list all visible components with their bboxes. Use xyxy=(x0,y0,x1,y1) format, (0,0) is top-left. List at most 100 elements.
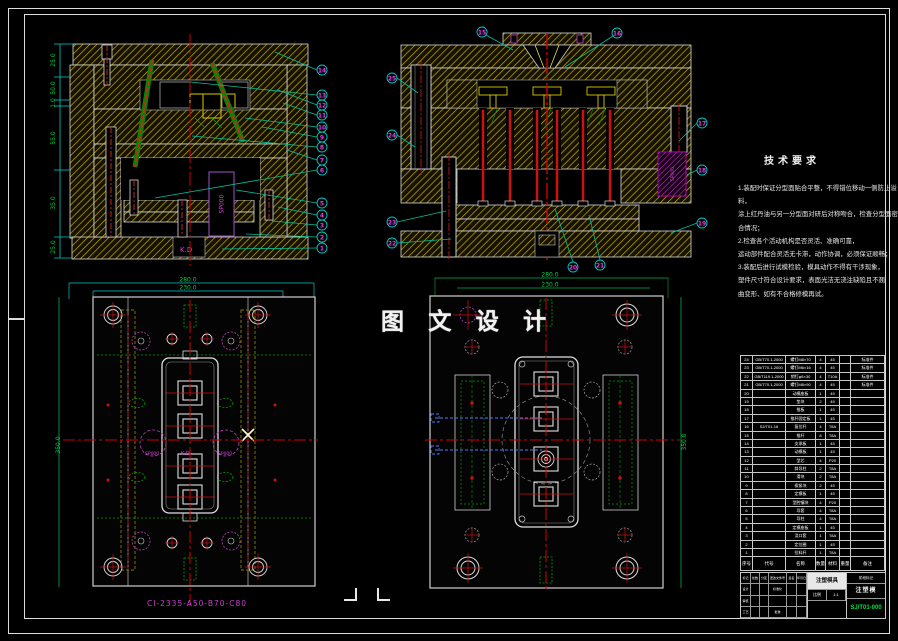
bom-row: 19 垫块 2 45 xyxy=(741,397,885,407)
dimension-chain: 25.0 50.0 1.0 55.0 35.0 25.0 xyxy=(50,43,73,259)
tech-requirement-line: 曲变形、如有不合格修模再试。 xyxy=(738,290,828,298)
bom-row: 8 定模板 1 45 xyxy=(741,490,885,499)
svg-text:35.0: 35.0 xyxy=(50,196,57,210)
svg-text:20: 20 xyxy=(569,264,577,271)
svg-text:7: 7 xyxy=(320,157,324,164)
tech-requirement-line: 3.装配后进行试模检验，模具动作不得有干涉现象， xyxy=(738,264,884,272)
trim-corner-mark-left xyxy=(344,588,357,601)
svg-text:10: 10 xyxy=(318,124,326,131)
svg-text:22: 22 xyxy=(388,240,396,247)
svg-text:SP000: SP000 xyxy=(218,451,232,457)
bom-header: 序号 代号 名称 数量 材料 重量 备注 xyxy=(740,557,885,571)
title-block-doc-column: 阶段标记 注塑模 SJ/T01-000 xyxy=(847,573,885,618)
svg-text:25.0: 25.0 xyxy=(50,240,57,254)
svg-text:6: 6 xyxy=(320,167,324,174)
bom-row: 14 支承板 1 45 xyxy=(741,439,885,449)
svg-text:17: 17 xyxy=(698,120,706,127)
title-block-name-column: 注塑模具 比例 1:1 xyxy=(808,573,847,618)
svg-text:5: 5 xyxy=(320,200,324,207)
drawing-name: 注塑模具 xyxy=(808,573,846,590)
bom-row: 3 浇口套 1 T8A xyxy=(741,532,885,541)
puller-head xyxy=(538,234,556,246)
svg-text:23: 23 xyxy=(388,219,396,226)
title-block-signature-grid: 标记 处数 分区 更改文件号 签名 年月日 设计 标准化 审核 工艺 批准 xyxy=(741,573,808,618)
svg-text:3: 3 xyxy=(320,222,324,229)
bom-row: 7 型腔镶块 4 P20 xyxy=(741,498,885,508)
svg-text:21: 21 xyxy=(596,262,604,269)
sp000-label: SP000 xyxy=(219,194,226,213)
doc-number: SJ/T01-000 xyxy=(850,605,882,611)
svg-text:230.0: 230.0 xyxy=(541,282,558,289)
svg-text:8: 8 xyxy=(320,144,324,151)
trim-corner-mark-right xyxy=(377,588,390,601)
svg-text:280.0: 280.0 xyxy=(179,277,196,284)
svg-text:350.0: 350.0 xyxy=(681,433,688,450)
section-view-left: SP000 K.D 25.0 50.0 1.0 55.0 35.0 25.0 1… xyxy=(50,34,328,266)
section-view-right: SP000 15 16 17 18 19 25 24 23 22 20 21 xyxy=(386,26,708,273)
svg-text:4: 4 xyxy=(320,212,324,219)
bom-row: 10 滑块 2 T8A xyxy=(741,473,885,482)
bom-row: 12 型芯 4 P20 xyxy=(741,456,885,466)
svg-text:18: 18 xyxy=(698,167,706,174)
bom-row: 2 定位圈 1 45 xyxy=(741,540,885,549)
bom-row: 17 推杆固定板 1 45 xyxy=(741,414,885,424)
stage-label: 阶段标记 xyxy=(847,573,885,584)
bom-row: 15 推杆 8 T8A xyxy=(741,431,885,440)
bom-row: 9 楔紧块 2 45 xyxy=(741,481,885,491)
svg-text:SP000: SP000 xyxy=(670,167,676,181)
svg-text:55.0: 55.0 xyxy=(50,131,57,145)
bom-row: 6 导套 4 T8A xyxy=(741,507,885,516)
svg-text:350.0: 350.0 xyxy=(55,436,62,453)
scale-value: 1:1 xyxy=(827,590,846,600)
svg-text:12: 12 xyxy=(318,102,326,109)
mold-type-label: 注塑模 xyxy=(847,584,885,599)
svg-text:13: 13 xyxy=(318,92,326,99)
tech-requirement-line: 1.装配时保证分型面贴合平整，不得错位移动一侧防止溢料， xyxy=(738,185,897,206)
svg-text:11: 11 xyxy=(318,112,326,119)
svg-text:50.0: 50.0 xyxy=(50,81,57,95)
svg-text:9: 9 xyxy=(320,134,324,141)
svg-text:2: 2 xyxy=(320,234,324,241)
tech-requirements-text: 1.装配时保证分型面贴合平整，不得错位移动一侧防止溢料， 涂上红丹油与另一分型面对… xyxy=(738,182,898,301)
side-core-component: SP000 xyxy=(657,151,687,197)
tech-requirements-title: 技术要求 xyxy=(764,156,820,167)
svg-text:SP000: SP000 xyxy=(145,451,159,457)
bom-row: 24 GB/T70.1-2000 螺钉M8×70 4 45 标准件 xyxy=(741,356,885,365)
svg-text:1: 1 xyxy=(320,245,324,252)
svg-text:14: 14 xyxy=(318,67,326,74)
svg-text:280.0: 280.0 xyxy=(541,272,558,279)
bom-row: 13 动模板 1 45 xyxy=(741,448,885,457)
bom-row: 18 推板 1 45 xyxy=(741,406,885,415)
svg-text:230.0: 230.0 xyxy=(179,285,196,292)
bom-row: 5 导柱 4 T8A xyxy=(741,515,885,524)
frame-centering-mark xyxy=(8,318,24,320)
svg-text:25: 25 xyxy=(388,75,396,82)
svg-text:24: 24 xyxy=(388,132,396,139)
bom-row: 20 动模座板 1 45 xyxy=(741,389,885,398)
balloon-numbers: 14 13 12 11 10 9 8 7 6 5 4 3 2 1 xyxy=(318,67,326,252)
svg-text:19: 19 xyxy=(698,220,706,227)
mold-base-code: CI-2335-A50-B70-C80 xyxy=(147,599,247,608)
scale-label: 比例 xyxy=(808,590,827,600)
tech-requirement-line: 涂上红丹油与另一分型面对研后对称吻合，检查分型面密合情况； xyxy=(738,211,898,232)
svg-text:1.0: 1.0 xyxy=(50,98,57,108)
tech-requirement-line: 塑件尺寸符合设计要求，表面光洁无浇注缺陷且不翘 xyxy=(738,277,885,285)
bom-row: 16 SJ/T01-16 复位杆 4 T8A xyxy=(741,423,885,432)
bom-table: 24 GB/T70.1-2000 螺钉M8×70 4 45 标准件 23 GB/… xyxy=(740,355,885,558)
title-block: 标记 处数 分区 更改文件号 签名 年月日 设计 标准化 审核 工艺 批准 注塑模具 … xyxy=(740,572,886,619)
bom-row: 11 斜导柱 2 T8A xyxy=(741,465,885,474)
svg-text:16: 16 xyxy=(613,30,621,37)
bom-row: 21 GB/T70.1-2000 螺钉M8×90 4 45 标准件 xyxy=(741,381,885,390)
plan-view-left: 280.0 230.0 350.0 SP000 K.D SP000 CI-233… xyxy=(55,277,318,608)
sp000-insert: SP000 xyxy=(208,171,235,237)
svg-text:K.D: K.D xyxy=(181,451,190,457)
cad-drawing-canvas: SP000 K.D 25.0 50.0 1.0 55.0 35.0 25.0 1… xyxy=(0,0,898,641)
svg-text:15: 15 xyxy=(478,29,486,36)
svg-text:25.0: 25.0 xyxy=(50,53,57,67)
tech-requirement-line: 运动部件配合灵活无卡滞，动作协调，必须保证顺畅； xyxy=(738,251,892,259)
bom-row: 23 GB/T70.1-2000 螺钉M6×16 4 45 标准件 xyxy=(741,364,885,373)
watermark-text: 图 文 设 计 xyxy=(381,308,556,334)
bom-row: 4 定模座板 1 45 xyxy=(741,523,885,533)
tech-requirement-line: 2.检查各个活动机构是否灵活、准确可靠， xyxy=(738,237,859,245)
bom-row: 22 GB/T119.1-2000 销钉φ6×30 4 T10A 标准件 xyxy=(741,372,885,382)
